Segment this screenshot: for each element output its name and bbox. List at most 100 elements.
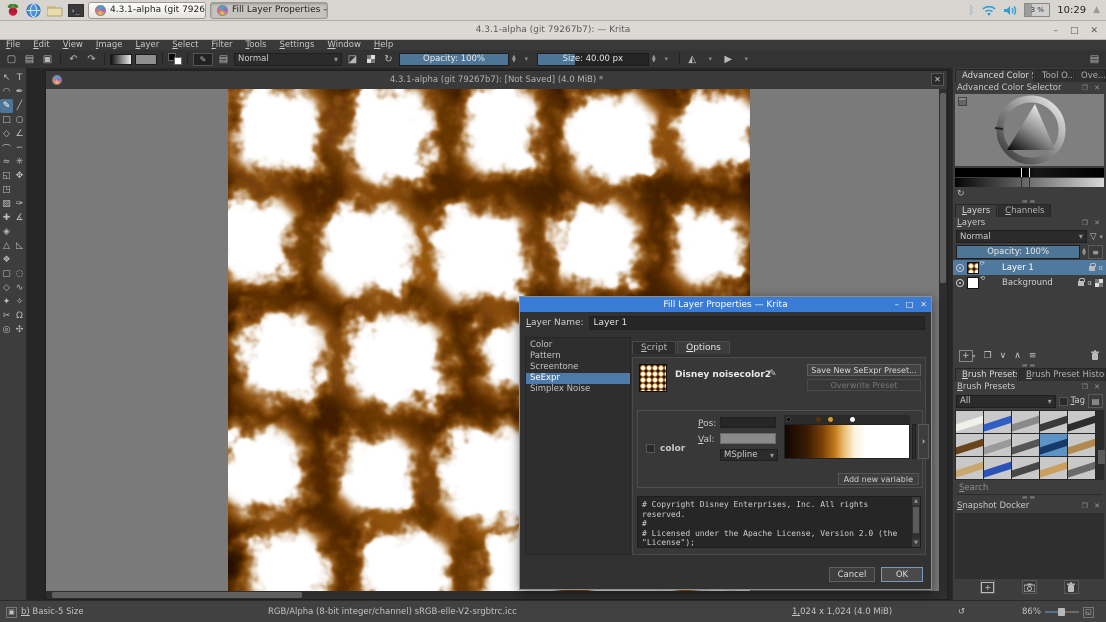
- gradient-chooser[interactable]: [110, 54, 132, 65]
- tool-text[interactable]: T: [13, 71, 26, 85]
- tool-pan[interactable]: ✣: [13, 323, 26, 337]
- gradient-stop[interactable]: [816, 417, 821, 422]
- edit-preset-pencil-icon[interactable]: ✎: [769, 369, 777, 379]
- document-titlebar[interactable]: 4.3.1-alpha (git 79267b7): [Not Saved] (…: [46, 71, 947, 89]
- redo-icon[interactable]: ↷: [84, 52, 99, 66]
- brush-presets-popup-icon[interactable]: ▤: [216, 52, 231, 66]
- close-docker-icon[interactable]: ✕: [1094, 502, 1102, 510]
- close-docker-icon[interactable]: ✕: [1094, 219, 1102, 227]
- scroll-down-icon[interactable]: ▼: [912, 539, 920, 547]
- remove-snapshot-trash-icon[interactable]: [1064, 580, 1079, 594]
- generator-color[interactable]: Color: [526, 340, 630, 351]
- reload-preset-icon[interactable]: ↻: [381, 52, 396, 66]
- brush-preset-tile[interactable]: [1068, 411, 1095, 433]
- script-editor[interactable]: # Copyright Disney Enterprises, Inc. All…: [637, 496, 921, 548]
- app-menu-raspberry-icon[interactable]: [4, 2, 21, 19]
- preset-thumbnail[interactable]: [639, 364, 667, 392]
- tool-assistants[interactable]: △: [0, 239, 13, 253]
- cancel-button[interactable]: Cancel: [829, 567, 875, 582]
- tag-checkbox[interactable]: [1059, 397, 1068, 406]
- color-variable-checkbox[interactable]: [646, 444, 655, 453]
- tool-gradient[interactable]: ▧: [0, 197, 13, 211]
- tool-smart-patch[interactable]: ✚: [0, 211, 13, 225]
- lock-icon[interactable]: [1078, 281, 1084, 286]
- color-wheel[interactable]: [955, 94, 1104, 166]
- tab-advanced-color-selector[interactable]: Advanced Color Sel...: [955, 69, 1034, 82]
- layer-row-background[interactable]: ⟲ Background α: [953, 275, 1106, 290]
- tool-bezier-select[interactable]: ✂: [0, 309, 13, 323]
- maximize-icon[interactable]: □: [1070, 26, 1079, 36]
- open-document-icon[interactable]: ▤: [22, 52, 37, 66]
- brush-preset-tile[interactable]: [956, 434, 983, 456]
- tool-move[interactable]: ✥: [13, 169, 26, 183]
- tool-freehand-select[interactable]: ∿: [13, 281, 26, 295]
- brush-preset-tile[interactable]: [984, 411, 1011, 433]
- tool-polygon[interactable]: ◇: [0, 127, 13, 141]
- add-layer-button[interactable]: +▾: [959, 351, 976, 361]
- tool-freehand-path[interactable]: ∽: [13, 141, 26, 155]
- dialog-minimize-icon[interactable]: –: [895, 300, 899, 309]
- tool-color-picker[interactable]: ✑: [13, 197, 26, 211]
- gradient-scroll-strip[interactable]: [912, 424, 916, 459]
- display-mode-icon[interactable]: ▤: [1088, 394, 1103, 408]
- gradient-editor[interactable]: [784, 415, 910, 461]
- gradient-preview[interactable]: [784, 424, 910, 459]
- tab-script[interactable]: Script: [632, 341, 676, 354]
- tool-rect-select[interactable]: ▢: [0, 267, 13, 281]
- mirror-horizontal-icon[interactable]: ◭: [685, 52, 700, 66]
- color-profile-info[interactable]: RGB/Alpha (8-bit integer/channel) sRGB-e…: [268, 607, 517, 617]
- opacity-options-icon[interactable]: ▾: [519, 52, 534, 66]
- browser-icon[interactable]: [25, 2, 42, 19]
- wrap-around-icon[interactable]: ▶: [721, 52, 736, 66]
- tool-edit-shapes[interactable]: ◠: [0, 85, 13, 99]
- tab-brush-presets[interactable]: Brush Presets: [955, 368, 1018, 381]
- gradient-stop[interactable]: [850, 417, 855, 422]
- brush-preset-tile[interactable]: [1068, 434, 1095, 456]
- tool-calligraphy[interactable]: ✒: [13, 85, 26, 99]
- tab-options[interactable]: Options: [677, 341, 730, 354]
- brush-preset-tile[interactable]: [1040, 411, 1067, 433]
- switch-to-snapshot-camera-icon[interactable]: [1022, 580, 1037, 594]
- preserve-alpha-icon[interactable]: [363, 52, 378, 66]
- tool-contiguous-select[interactable]: ✦: [0, 295, 13, 309]
- tool-crop[interactable]: ◳: [0, 183, 13, 197]
- menu-select[interactable]: Select: [172, 40, 198, 50]
- float-docker-icon[interactable]: ❐: [1082, 219, 1090, 227]
- taskbar-window-krita[interactable]: 4.3.1-alpha (git 7926...: [88, 2, 206, 19]
- interpolation-combo[interactable]: MSpline ▾: [720, 449, 778, 461]
- brush-preset-tile[interactable]: [1012, 434, 1039, 456]
- volume-icon[interactable]: [1003, 5, 1017, 16]
- gradient-stops[interactable]: [784, 415, 910, 424]
- wifi-icon[interactable]: [982, 5, 996, 16]
- tool-polyline[interactable]: ∠: [13, 127, 26, 141]
- layer-name-input[interactable]: [589, 316, 925, 330]
- delete-layer-trash-icon[interactable]: [1090, 350, 1100, 361]
- script-scrollbar[interactable]: ▲ ▼: [912, 497, 920, 547]
- tool-zoom[interactable]: ◎: [0, 323, 13, 337]
- size-slider[interactable]: Size: 40.00 px: [537, 53, 649, 66]
- current-brush-icon[interactable]: ▣: [6, 607, 17, 618]
- tool-assistant-magnet[interactable]: ◺: [13, 239, 26, 253]
- gradient-stop[interactable]: [828, 417, 833, 422]
- move-layer-up-icon[interactable]: ∧: [1014, 351, 1021, 361]
- horizontal-scrollbar[interactable]: [46, 591, 939, 599]
- tool-dynamic-brush[interactable]: ≈: [0, 155, 13, 169]
- menu-filter[interactable]: Filter: [211, 40, 232, 50]
- tab-tool-options[interactable]: Tool O...: [1035, 69, 1073, 82]
- brush-preset-tile[interactable]: [1012, 457, 1039, 479]
- document-close-icon[interactable]: ✕: [931, 73, 944, 86]
- choose-workspace-icon[interactable]: ▤: [1087, 52, 1102, 66]
- color-selector-settings-icon[interactable]: [958, 97, 967, 106]
- brush-preset-tile[interactable]: [984, 434, 1011, 456]
- size-spinner[interactable]: ▲▼: [652, 55, 656, 63]
- menu-tools[interactable]: Tools: [246, 40, 267, 50]
- save-new-preset-button[interactable]: Save New SeExpr Preset...: [807, 364, 921, 376]
- memory-sync-icon[interactable]: ↺: [958, 607, 965, 617]
- tool-fill[interactable]: ◈: [0, 225, 13, 239]
- wrap-options-icon[interactable]: ▾: [739, 52, 754, 66]
- gradient-expand-arrow-icon[interactable]: ›: [918, 424, 929, 459]
- tool-reference-images[interactable]: ❖: [0, 253, 13, 267]
- brush-editor-button[interactable]: ✎: [193, 53, 213, 66]
- color-history-strip[interactable]: [955, 168, 1104, 177]
- minimize-icon[interactable]: –: [1053, 26, 1058, 36]
